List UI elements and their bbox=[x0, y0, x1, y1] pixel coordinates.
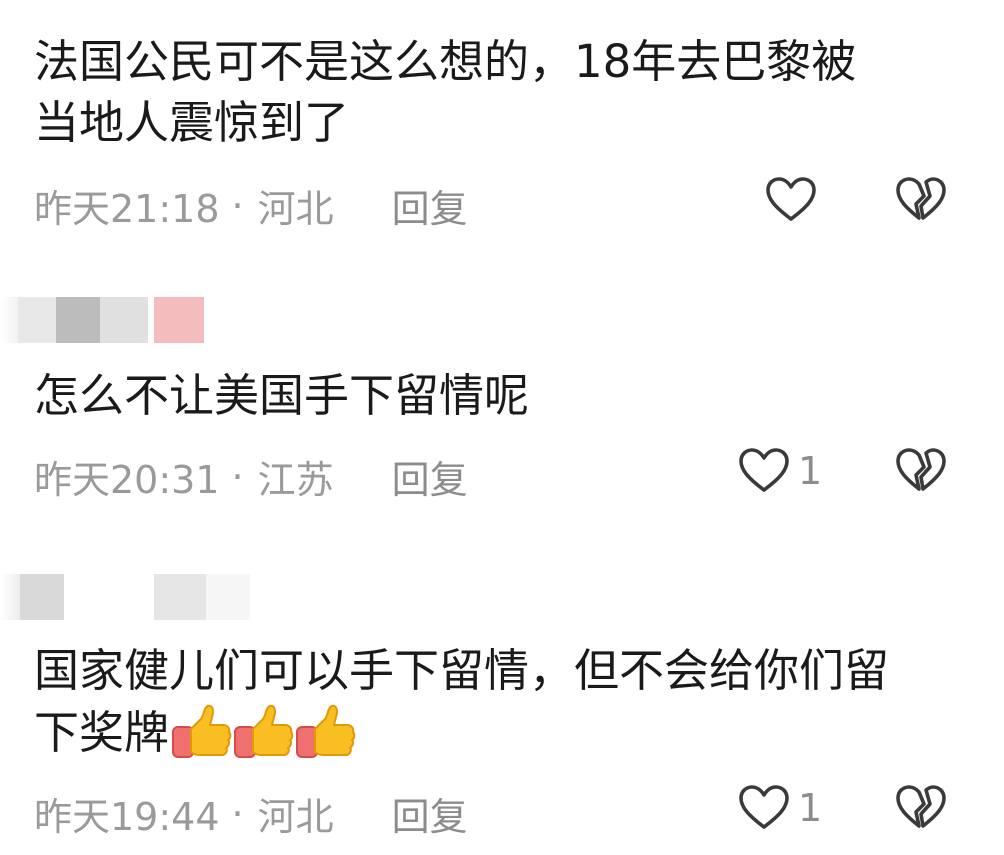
blur-block bbox=[20, 574, 64, 620]
comment-1: 法国公民可不是这么想的，18年去巴黎被 当地人震惊到了 昨天21:18 · 河北… bbox=[0, 0, 1004, 240]
comment-meta: 昨天19:44 · 河北 回复 bbox=[34, 786, 468, 841]
comment-location: 河北 bbox=[257, 187, 334, 231]
like-button[interactable]: 1 bbox=[738, 785, 822, 831]
dislike-button[interactable] bbox=[895, 785, 947, 835]
meta-separator: · bbox=[231, 183, 244, 228]
blur-block bbox=[18, 297, 56, 343]
like-button[interactable]: 1 bbox=[738, 448, 822, 494]
reply-button[interactable]: 回复 bbox=[392, 786, 468, 841]
comment-text: 法国公民可不是这么想的，18年去巴黎被 当地人震惊到了 bbox=[34, 31, 964, 153]
blur-block bbox=[0, 297, 18, 343]
dislike-button[interactable] bbox=[895, 177, 947, 227]
dislike-button[interactable] bbox=[895, 448, 947, 498]
meta-separator: · bbox=[231, 791, 244, 836]
blur-block bbox=[100, 297, 148, 343]
username-redacted bbox=[0, 574, 250, 620]
comment-time: 昨天21:18 bbox=[34, 187, 220, 231]
like-count: 1 bbox=[798, 786, 823, 830]
like-button[interactable] bbox=[765, 177, 817, 223]
comment-location: 江苏 bbox=[257, 458, 334, 502]
like-count: 1 bbox=[798, 449, 823, 493]
heart-outline-icon bbox=[739, 785, 789, 829]
reply-button[interactable]: 回复 bbox=[392, 178, 468, 233]
blur-block bbox=[154, 574, 206, 620]
blur-block bbox=[0, 574, 20, 620]
broken-heart-icon bbox=[896, 785, 946, 828]
comment-text-segment: 下奖牌 bbox=[34, 705, 170, 759]
heart-outline-icon bbox=[739, 448, 789, 492]
comment-3: 国家健儿们可以手下留情，但不会给你们留 下奖牌 昨天19:44 · 河北 回复 … bbox=[0, 560, 1004, 855]
thumbs-up-emoji bbox=[234, 704, 294, 758]
blur-block bbox=[56, 297, 100, 343]
blur-block bbox=[154, 297, 204, 343]
comment-time: 昨天19:44 bbox=[34, 795, 220, 839]
comment-text-line: 下奖牌 bbox=[34, 701, 964, 763]
comment-text-line: 当地人震惊到了 bbox=[34, 96, 350, 149]
reply-button[interactable]: 回复 bbox=[392, 449, 468, 504]
broken-heart-icon bbox=[896, 177, 946, 220]
comment-text-line: 怎么不让美国手下留情呢 bbox=[34, 369, 530, 422]
broken-heart-icon bbox=[896, 448, 946, 491]
thumbs-up-emoji bbox=[172, 704, 232, 758]
blur-block bbox=[206, 574, 250, 620]
comment-text-line: 法国公民可不是这么想的，18年去巴黎被 bbox=[34, 35, 857, 88]
comment-meta: 昨天20:31 · 江苏 回复 bbox=[34, 449, 468, 504]
comment-location: 河北 bbox=[257, 795, 334, 839]
blur-block bbox=[64, 574, 154, 620]
heart-outline-icon bbox=[766, 177, 816, 221]
comment-text: 国家健儿们可以手下留情，但不会给你们留 下奖牌 bbox=[34, 640, 964, 763]
comment-time: 昨天20:31 bbox=[34, 458, 220, 502]
thumbs-up-emoji bbox=[296, 704, 356, 758]
comment-text-line: 国家健儿们可以手下留情，但不会给你们留 bbox=[34, 644, 890, 697]
comment-meta: 昨天21:18 · 河北 回复 bbox=[34, 178, 468, 233]
meta-separator: · bbox=[231, 454, 244, 499]
username-redacted bbox=[0, 297, 204, 343]
thumbs-up-emoji-group bbox=[171, 701, 357, 763]
comment-text: 怎么不让美国手下留情呢 bbox=[34, 365, 964, 426]
comment-2: 怎么不让美国手下留情呢 昨天20:31 · 江苏 回复 1 bbox=[0, 285, 1004, 525]
